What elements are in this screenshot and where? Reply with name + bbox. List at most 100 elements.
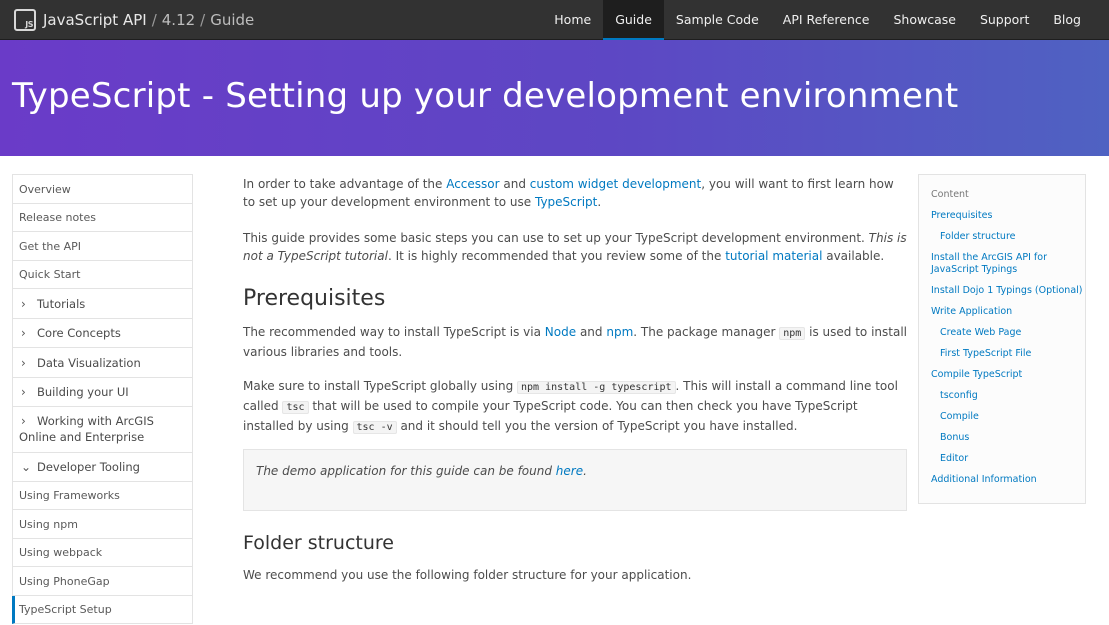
chevron-right-icon: › (21, 355, 26, 370)
prereq-paragraph-1: The recommended way to install TypeScrip… (243, 323, 907, 361)
sidebar-item-label: Data Visualization (37, 355, 141, 370)
chevron-down-icon: ⌄ (21, 460, 32, 474)
sidebar-section-data-visualization[interactable]: › Data Visualization (12, 348, 193, 378)
sidebar-item-label: Developer Tooling (37, 460, 140, 474)
chevron-right-icon: › (21, 414, 26, 428)
text: Make sure to install TypeScript globally… (243, 379, 518, 393)
brand[interactable]: JS JavaScript API / 4.12 / Guide (14, 7, 254, 33)
sidebar-item-label: Core Concepts (37, 326, 121, 340)
sidebar-item-using-npm[interactable]: Using npm (12, 510, 193, 539)
api-version[interactable]: 4.12 (162, 11, 195, 29)
nav-link-sample-code[interactable]: Sample Code (664, 0, 771, 40)
sidebar-item-label: Overview (19, 182, 71, 196)
sidebar-item-label: › Working with ArcGIS Online and Enterpri… (19, 413, 186, 445)
toc-item-editor[interactable]: Editor (940, 453, 968, 465)
sidebar-item-using-phonegap[interactable]: Using PhoneGap (12, 567, 193, 596)
sidebar-item-using-webpack[interactable]: Using webpack (12, 539, 193, 567)
toc-item-compile[interactable]: Compile (940, 411, 979, 423)
toc-item-compile-typescript[interactable]: Compile TypeScript (931, 369, 1022, 381)
tutorial-material-link[interactable]: tutorial material (725, 249, 822, 263)
toc-item-prerequisites[interactable]: Prerequisites (931, 210, 992, 222)
toc-item-write-application[interactable]: Write Application (931, 306, 1012, 318)
typescript-link[interactable]: TypeScript (535, 195, 597, 209)
text: and (576, 325, 607, 339)
brand-title[interactable]: JavaScript API (43, 11, 147, 29)
logo-text: JS (25, 20, 33, 29)
nav-link-home[interactable]: Home (542, 0, 603, 40)
npm-link[interactable]: npm (606, 325, 633, 339)
inline-code: npm install -g typescript (517, 381, 676, 394)
text: . (597, 195, 602, 209)
text: In order to take advantage of the (243, 177, 447, 191)
nav-link-api-reference[interactable]: API Reference (771, 0, 882, 40)
folder-structure-paragraph: We recommend you use the following folde… (243, 568, 692, 582)
demo-note: The demo application for this guide can … (243, 449, 907, 511)
text: available. (822, 249, 885, 263)
breadcrumb-separator: / (151, 11, 157, 29)
text: . (583, 464, 587, 478)
sidebar-item-quick-start[interactable]: Quick Start (12, 261, 193, 289)
sidebar-item-label: Tutorials (37, 296, 86, 311)
sidebar-item-label: Quick Start (19, 268, 81, 281)
toc-item-install-typings[interactable]: Install the ArcGIS API for JavaScript Ty… (931, 252, 1071, 276)
inline-code: tsc (282, 401, 309, 414)
toc-item-create-web-page[interactable]: Create Web Page (940, 327, 1021, 339)
sidebar-item-label: Get the API (19, 239, 82, 253)
chevron-right-icon: › (21, 385, 26, 399)
sidebar-item-label: Release notes (19, 211, 96, 224)
toc-item-install-dojo[interactable]: Install Dojo 1 Typings (Optional) (931, 285, 1083, 297)
guide-sidebar: Overview Release notes Get the API Quick… (12, 174, 193, 624)
accessor-link[interactable]: Accessor (446, 177, 499, 191)
sidebar-item-label: Using webpack (19, 546, 103, 559)
sidebar-item-typescript-setup[interactable]: TypeScript Setup (12, 596, 193, 624)
demo-note-text: The demo application for this guide can … (256, 464, 587, 478)
breadcrumb-separator: / (200, 11, 206, 29)
intro-paragraph: In order to take advantage of the Access… (243, 175, 907, 211)
sidebar-section-building-your-ui[interactable]: › Building your UI (12, 378, 193, 407)
sidebar-section-core-concepts[interactable]: › Core Concepts (12, 319, 193, 348)
toc-item-bonus[interactable]: Bonus (940, 432, 969, 444)
nav-link-guide[interactable]: Guide (603, 0, 664, 40)
sidebar-item-label: Building your UI (37, 385, 129, 399)
toc-item-folder-structure[interactable]: Folder structure (940, 231, 1016, 243)
nav-link-support[interactable]: Support (968, 0, 1041, 40)
sidebar-section-arcgis-online[interactable]: › Working with ArcGIS Online and Enterpri… (12, 407, 193, 453)
sidebar-section-tutorials[interactable]: › Tutorials (12, 289, 193, 319)
sidebar-item-label: TypeScript Setup (19, 603, 112, 616)
sidebar-item-label: Using npm (19, 517, 78, 531)
text: and (499, 177, 530, 191)
nav-link-showcase[interactable]: Showcase (881, 0, 967, 40)
top-navigation-bar: JS JavaScript API / 4.12 / Guide Home Gu… (0, 0, 1109, 40)
guide-paragraph: This guide provides some basic steps you… (243, 229, 907, 265)
inline-code: npm (779, 327, 806, 340)
folder-structure-heading: Folder structure (243, 532, 394, 554)
toc-item-first-typescript-file[interactable]: First TypeScript File (940, 348, 1031, 360)
inline-code: tsc -v (352, 421, 397, 434)
chevron-right-icon: › (21, 296, 26, 311)
toc-item-additional-information[interactable]: Additional Information (931, 474, 1037, 486)
text: . The package manager (633, 325, 780, 339)
sidebar-section-developer-tooling[interactable]: ⌄ Developer Tooling (12, 453, 193, 482)
chevron-right-icon: › (21, 326, 26, 340)
sidebar-item-overview[interactable]: Overview (12, 175, 193, 204)
sidebar-item-get-the-api[interactable]: Get the API (12, 232, 193, 261)
sidebar-item-label: Using PhoneGap (19, 574, 110, 588)
sidebar-item-using-frameworks[interactable]: Using Frameworks (12, 482, 193, 510)
text: . It is highly recommended that you revi… (387, 249, 726, 263)
toc-title: Content (931, 189, 969, 200)
text: The demo application for this guide can … (256, 464, 556, 478)
text: This guide provides some basic steps you… (243, 231, 869, 245)
main-nav-links: Home Guide Sample Code API Reference Sho… (542, 0, 1093, 40)
sidebar-item-label: Using Frameworks (19, 489, 120, 502)
toc-item-tsconfig[interactable]: tsconfig (940, 390, 978, 402)
page-banner: TypeScript - Setting up your development… (0, 40, 1109, 156)
sidebar-item-release-notes[interactable]: Release notes (12, 204, 193, 232)
demo-here-link[interactable]: here (556, 464, 583, 478)
nav-link-blog[interactable]: Blog (1041, 0, 1093, 40)
page-title: TypeScript - Setting up your development… (12, 76, 959, 116)
breadcrumb-section[interactable]: Guide (210, 11, 254, 29)
table-of-contents: Content Prerequisites Folder structure I… (918, 174, 1086, 504)
node-link[interactable]: Node (545, 325, 576, 339)
custom-widget-link[interactable]: custom widget development (530, 177, 701, 191)
js-logo-icon: JS (14, 9, 36, 31)
